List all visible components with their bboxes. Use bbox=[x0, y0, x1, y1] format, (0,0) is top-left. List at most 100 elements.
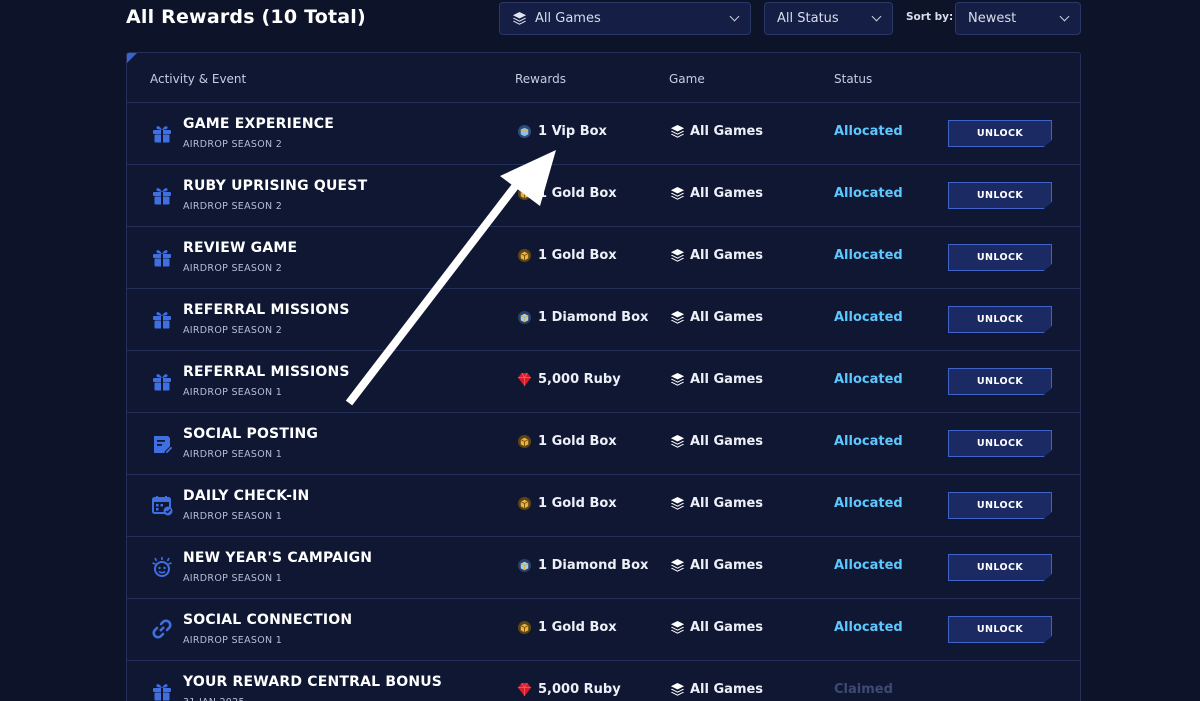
activity-subtitle: AIRDROP SEASON 1 bbox=[183, 511, 283, 522]
vip-box-icon bbox=[517, 124, 532, 139]
layers-icon bbox=[670, 496, 685, 510]
game-cell: All Games bbox=[670, 434, 763, 449]
reward-cell: 1 Vip Box bbox=[517, 124, 607, 139]
activity-title: GAME EXPERIENCE bbox=[183, 116, 334, 132]
activity-title: RUBY UPRISING QUEST bbox=[183, 178, 368, 194]
game-cell: All Games bbox=[670, 124, 763, 139]
gift-icon bbox=[151, 122, 173, 144]
celebration-icon bbox=[151, 556, 173, 578]
gold-box-icon bbox=[517, 248, 532, 263]
gold-box-icon bbox=[517, 434, 532, 449]
reward-cell: 1 Gold Box bbox=[517, 620, 617, 635]
gold-box-icon bbox=[517, 186, 532, 201]
reward-cell: 5,000 Ruby bbox=[517, 682, 621, 697]
reward-cell: 1 Gold Box bbox=[517, 496, 617, 511]
activity-title: REVIEW GAME bbox=[183, 240, 298, 256]
game-label: All Games bbox=[690, 682, 764, 697]
game-label: All Games bbox=[690, 496, 764, 511]
status-badge: Claimed bbox=[834, 682, 893, 697]
rewards-page: All Rewards (10 Total) All Games All Sta… bbox=[0, 0, 1200, 701]
status-badge: Allocated bbox=[834, 496, 903, 511]
game-cell: All Games bbox=[670, 496, 763, 511]
activity-subtitle: AIRDROP SEASON 2 bbox=[183, 263, 283, 274]
activity-subtitle: AIRDROP SEASON 2 bbox=[183, 325, 283, 336]
reward-label: 1 Gold Box bbox=[538, 496, 617, 511]
column-header-activity: Activity & Event bbox=[150, 72, 247, 86]
rewards-table: Activity & Event Rewards Game Status GAM… bbox=[126, 52, 1081, 701]
table-row: REVIEW GAME AIRDROP SEASON 2 1 Gold Box All… bbox=[127, 227, 1080, 289]
table-row: SOCIAL CONNECTION AIRDROP SEASON 1 1 Gold … bbox=[127, 599, 1080, 661]
reward-label: 1 Gold Box bbox=[538, 620, 617, 635]
unlock-button[interactable]: UNLOCK bbox=[948, 368, 1052, 395]
activity-subtitle: AIRDROP SEASON 2 bbox=[183, 139, 283, 150]
page-title: All Rewards (10 Total) bbox=[126, 6, 366, 28]
reward-label: 1 Vip Box bbox=[538, 124, 607, 139]
unlock-button[interactable]: UNLOCK bbox=[948, 244, 1052, 271]
game-cell: All Games bbox=[670, 620, 763, 635]
gift-icon bbox=[151, 680, 173, 701]
reward-cell: 1 Gold Box bbox=[517, 186, 617, 201]
game-cell: All Games bbox=[670, 248, 763, 263]
sort-label: Sort by: bbox=[906, 11, 954, 23]
status-badge: Allocated bbox=[834, 558, 903, 573]
status-badge: Allocated bbox=[834, 620, 903, 635]
layers-icon bbox=[670, 186, 685, 200]
status-badge: Allocated bbox=[834, 124, 903, 139]
table-header: Activity & Event Rewards Game Status bbox=[127, 53, 1080, 103]
post-edit-icon bbox=[151, 432, 174, 455]
game-label: All Games bbox=[690, 434, 764, 449]
layers-icon bbox=[512, 11, 527, 25]
unlock-button[interactable]: UNLOCK bbox=[948, 182, 1052, 209]
gold-box-icon bbox=[517, 620, 532, 635]
status-badge: Allocated bbox=[834, 310, 903, 325]
reward-label: 5,000 Ruby bbox=[538, 372, 621, 387]
column-header-game: Game bbox=[669, 72, 705, 86]
reward-label: 5,000 Ruby bbox=[538, 682, 621, 697]
status-filter-dropdown[interactable]: All Status bbox=[764, 2, 893, 35]
reward-cell: 1 Diamond Box bbox=[517, 558, 648, 573]
unlock-button[interactable]: UNLOCK bbox=[948, 120, 1052, 147]
unlock-button[interactable]: UNLOCK bbox=[948, 492, 1052, 519]
unlock-button[interactable]: UNLOCK bbox=[948, 554, 1052, 581]
table-row: SOCIAL POSTING AIRDROP SEASON 1 1 Gold Box… bbox=[127, 413, 1080, 475]
reward-label: 1 Diamond Box bbox=[538, 310, 649, 325]
reward-label: 1 Gold Box bbox=[538, 186, 617, 201]
activity-title: REFERRAL MISSIONS bbox=[183, 364, 350, 380]
activity-title: DAILY CHECK-IN bbox=[183, 488, 310, 504]
gift-icon bbox=[151, 308, 173, 330]
status-badge: Allocated bbox=[834, 372, 903, 387]
reward-cell: 1 Gold Box bbox=[517, 248, 617, 263]
table-body: GAME EXPERIENCE AIRDROP SEASON 2 1 Vip Box… bbox=[127, 103, 1080, 701]
game-label: All Games bbox=[690, 248, 764, 263]
unlock-button[interactable]: UNLOCK bbox=[948, 430, 1052, 457]
unlock-button[interactable]: UNLOCK bbox=[948, 306, 1052, 333]
activity-title: SOCIAL POSTING bbox=[183, 426, 319, 442]
activity-title: NEW YEAR'S CAMPAIGN bbox=[183, 550, 373, 566]
reward-cell: 5,000 Ruby bbox=[517, 372, 621, 387]
layers-icon bbox=[670, 124, 685, 138]
gift-icon bbox=[151, 370, 173, 392]
reward-label: 1 Diamond Box bbox=[538, 558, 649, 573]
table-row: REFERRAL MISSIONS AIRDROP SEASON 1 5,000 R… bbox=[127, 351, 1080, 413]
game-filter-value: All Games bbox=[535, 11, 601, 26]
game-cell: All Games bbox=[670, 310, 763, 325]
game-filter-dropdown[interactable]: All Games bbox=[499, 2, 751, 35]
table-row: GAME EXPERIENCE AIRDROP SEASON 2 1 Vip Box… bbox=[127, 103, 1080, 165]
game-label: All Games bbox=[690, 620, 764, 635]
link-icon bbox=[151, 618, 173, 640]
chevron-down-icon bbox=[871, 11, 882, 22]
activity-subtitle: AIRDROP SEASON 2 bbox=[183, 201, 283, 212]
calendar-check-icon bbox=[151, 494, 173, 516]
table-row: RUBY UPRISING QUEST AIRDROP SEASON 2 1 Gol… bbox=[127, 165, 1080, 227]
game-label: All Games bbox=[690, 310, 764, 325]
table-row: NEW YEAR'S CAMPAIGN AIRDROP SEASON 1 1 Dia… bbox=[127, 537, 1080, 599]
layers-icon bbox=[670, 372, 685, 386]
layers-icon bbox=[670, 434, 685, 448]
gold-box-icon bbox=[517, 496, 532, 511]
status-filter-value: All Status bbox=[777, 11, 839, 26]
status-badge: Allocated bbox=[834, 434, 903, 449]
activity-subtitle: AIRDROP SEASON 1 bbox=[183, 449, 283, 460]
sort-dropdown[interactable]: Newest bbox=[955, 2, 1081, 35]
layers-icon bbox=[670, 248, 685, 262]
unlock-button[interactable]: UNLOCK bbox=[948, 616, 1052, 643]
